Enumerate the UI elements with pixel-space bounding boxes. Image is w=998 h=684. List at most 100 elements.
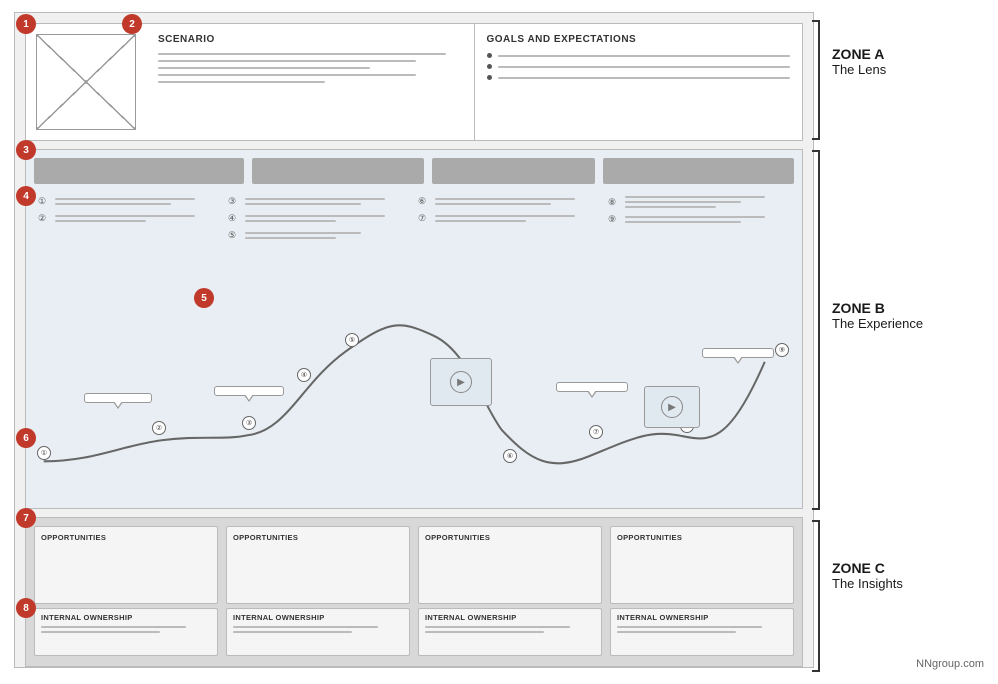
speech-bubble-1 [84,393,152,403]
num-1: 1 [16,14,36,34]
items-col-4: ⑧ ⑨ [604,192,794,278]
zone-a-title: ZONE A [832,46,886,62]
opp-box-2: OPPORTUNITIES [226,526,410,604]
line [55,220,146,222]
speech-bubble-3 [556,382,628,392]
zone-b-title: ZONE B [832,300,923,316]
nngroup-label: NNgroup.com [916,658,984,670]
scenario-lines [158,53,462,83]
journey-point-6: ⑥ [503,449,517,463]
num-7: 7 [16,508,36,528]
tab-3 [432,158,595,184]
goal-line-3 [487,75,791,80]
line [425,626,570,628]
line [245,198,385,200]
line [425,631,544,633]
line [41,626,186,628]
zone-b-bracket [818,150,820,510]
zone-c: 7 8 OPPORTUNITIES OPPORTUNITIES OPPORTUN… [25,517,803,667]
opp-box-4: OPPORTUNITIES [610,526,794,604]
zone-c-sublabel: The Insights [832,576,903,591]
line [245,237,336,239]
item-row: ④ [228,213,410,224]
line [245,203,361,205]
item-row: ⑥ [418,196,600,207]
line [498,66,791,68]
main-container: 1 2 SCENARIO GOALS AND EXPECTATIONS [14,12,814,668]
bullet-dot [487,53,492,58]
zone-a-placeholder-image [36,34,136,130]
line [498,77,791,79]
zone-b-sublabel: The Experience [832,316,923,331]
num-8: 8 [16,598,36,618]
zone-b: 3 4 5 6 ① [25,149,803,509]
item-row: ⑨ [608,214,790,225]
tab-bar [26,150,802,188]
line [158,60,416,62]
line [158,67,370,69]
speech-bubble-2 [214,386,284,396]
tab-2 [252,158,424,184]
items-col-1: ① ② [34,192,224,278]
zone-c-title: ZONE C [832,560,903,576]
journey-point-5: ⑤ [345,333,359,347]
journey-point-4: ④ [297,368,311,382]
line [233,626,378,628]
play-icon-2: ▶ [661,396,683,418]
goal-line-2 [487,64,791,69]
video-box-2[interactable]: ▶ [644,386,700,428]
zone-a-scenario: SCENARIO [146,24,475,140]
zone-a-bracket [818,20,820,140]
line [617,631,736,633]
item-row: ⑧ [608,196,790,208]
item-row: ② [38,213,220,224]
zone-a-label: ZONE A The Lens [832,46,886,77]
num-6: 6 [16,428,36,448]
journey-point-9: ⑨ [775,343,789,357]
line [625,221,741,223]
journey-point-7: ⑦ [589,425,603,439]
line [435,198,575,200]
line [41,631,160,633]
tab-4 [603,158,794,184]
num-4: 4 [16,186,36,206]
line [625,206,716,208]
own-box-3: INTERNAL OWNERSHIP [418,608,602,656]
journey-area: ① ② ③ ④ ⑤ ⑥ ⑦ ⑧ ⑨ ▶ ▶ [34,278,794,498]
journey-point-2: ② [152,421,166,435]
opp-box-3: OPPORTUNITIES [418,526,602,604]
line [233,631,352,633]
line [435,215,575,217]
play-icon-1: ▶ [450,371,472,393]
scenario-title: SCENARIO [158,34,462,45]
own-box-1: INTERNAL OWNERSHIP [34,608,218,656]
own-box-4: INTERNAL OWNERSHIP [610,608,794,656]
line [158,74,416,76]
line [435,203,551,205]
goals-title: GOALS AND EXPECTATIONS [487,34,791,45]
item-row: ⑦ [418,213,600,224]
speech-bubble-4 [702,348,774,358]
bullet-dot [487,75,492,80]
line [625,196,765,198]
own-box-2: INTERNAL OWNERSHIP [226,608,410,656]
line [158,53,446,55]
num-5: 5 [194,288,214,308]
items-col-3: ⑥ ⑦ [414,192,604,278]
line [55,198,195,200]
line [245,220,336,222]
video-box-1[interactable]: ▶ [430,358,492,406]
bullet-dot [487,64,492,69]
opp-box-1: OPPORTUNITIES [34,526,218,604]
line [55,203,171,205]
journey-point-1: ① [37,446,51,460]
zone-c-bracket [818,520,820,672]
item-row: ③ [228,196,410,207]
item-row: ⑤ [228,230,410,241]
ownership-row: INTERNAL OWNERSHIP INTERNAL OWNERSHIP IN… [26,608,802,664]
line [435,220,526,222]
line [498,55,791,57]
tab-1 [34,158,244,184]
zone-a-sublabel: The Lens [832,62,886,77]
line [245,232,361,234]
